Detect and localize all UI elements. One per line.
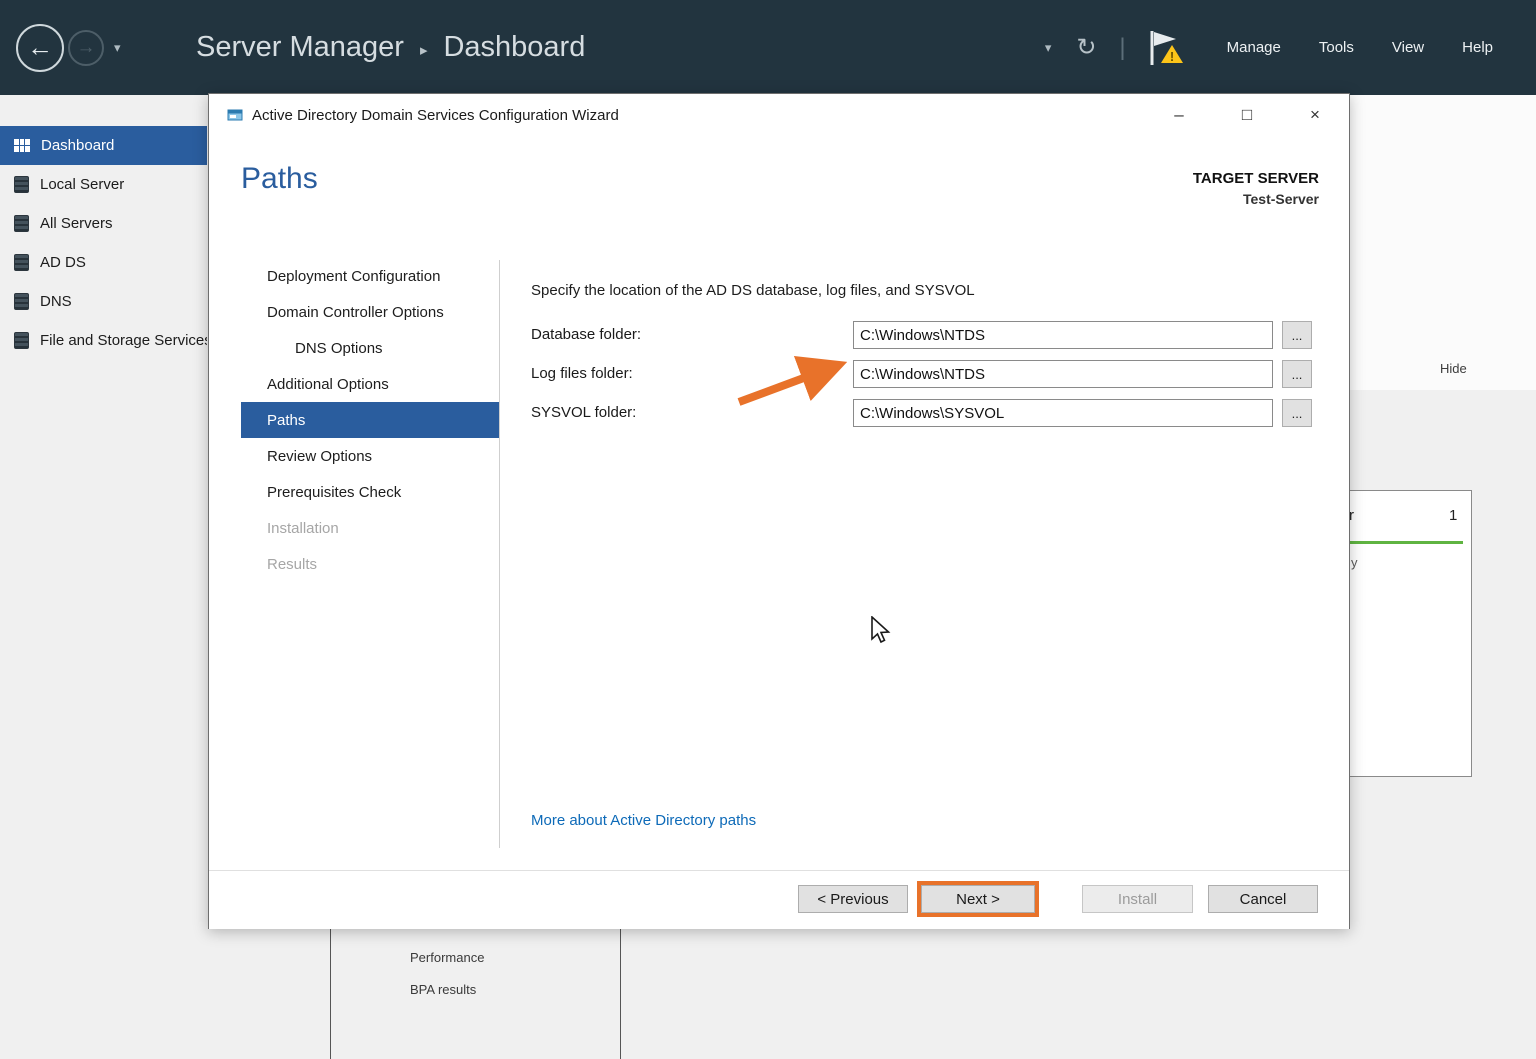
menu-help[interactable]: Help xyxy=(1443,0,1512,95)
servers-icon xyxy=(14,215,29,232)
roles-tile-text-fragment: y xyxy=(1351,555,1358,570)
notifications-flag-icon[interactable]: ! xyxy=(1142,25,1188,71)
previous-button[interactable]: < Previous xyxy=(798,885,908,913)
sidebar-item-ad-ds[interactable]: AD DS xyxy=(0,243,207,282)
background-panel-border xyxy=(330,927,331,1059)
ad-ds-icon xyxy=(14,254,29,271)
nav-content-divider xyxy=(499,260,500,848)
toolbar-divider: | xyxy=(1119,34,1125,62)
roles-tile-count: 1 xyxy=(1449,507,1457,524)
log-files-folder-input[interactable] xyxy=(853,360,1273,388)
wizard-step-nav: Deployment Configuration Domain Controll… xyxy=(241,258,499,582)
page-title: Paths xyxy=(241,162,318,196)
dialog-title-bar[interactable]: Active Directory Domain Services Configu… xyxy=(209,94,1349,136)
nav-step-paths[interactable]: Paths xyxy=(241,402,499,438)
sidebar-item-dashboard[interactable]: Dashboard xyxy=(0,126,207,165)
app-title: Server Manager xyxy=(196,31,404,64)
sysvol-folder-browse-button[interactable]: ... xyxy=(1282,399,1312,427)
sidebar-item-all-servers[interactable]: All Servers xyxy=(0,204,207,243)
sysvol-folder-row: SYSVOL folder: ... xyxy=(531,399,1321,427)
minimize-button[interactable]: – xyxy=(1145,94,1213,136)
database-folder-row: Database folder: ... xyxy=(531,321,1321,349)
sidebar-item-label: Dashboard xyxy=(41,137,114,154)
server-manager-window: ← → ▾ Server Manager ▸ Dashboard ▾ ↻ | !… xyxy=(0,0,1536,1059)
menu-tools[interactable]: Tools xyxy=(1300,0,1373,95)
more-about-paths-link[interactable]: More about Active Directory paths xyxy=(531,812,756,829)
target-server-label: TARGET SERVER xyxy=(1193,170,1319,187)
sidebar-item-file-storage[interactable]: File and Storage Services xyxy=(0,321,207,360)
target-server-block: TARGET SERVER Test-Server xyxy=(1193,170,1319,207)
sidebar-item-label: AD DS xyxy=(40,254,86,271)
breadcrumb-current: Dashboard xyxy=(443,31,585,64)
sidebar-item-dns[interactable]: DNS xyxy=(0,282,207,321)
hide-link[interactable]: Hide xyxy=(1440,361,1467,376)
forward-button[interactable]: → xyxy=(68,30,104,66)
log-files-folder-browse-button[interactable]: ... xyxy=(1282,360,1312,388)
back-arrow-icon: ← xyxy=(27,32,53,63)
maximize-button[interactable]: □ xyxy=(1213,94,1281,136)
menu-manage[interactable]: Manage xyxy=(1208,0,1300,95)
nav-step-installation: Installation xyxy=(241,510,499,546)
breadcrumb-separator-icon: ▸ xyxy=(420,37,428,59)
nav-step-deployment-configuration[interactable]: Deployment Configuration xyxy=(241,258,499,294)
dashboard-grid-icon xyxy=(14,139,30,152)
toolbar-dropdown-icon[interactable]: ▾ xyxy=(1045,40,1052,56)
breadcrumb: Server Manager ▸ Dashboard xyxy=(196,0,585,95)
log-files-folder-row: Log files folder: ... xyxy=(531,360,1321,388)
database-folder-browse-button[interactable]: ... xyxy=(1282,321,1312,349)
nav-step-dns-options[interactable]: DNS Options xyxy=(241,330,499,366)
nav-history-dropdown-icon[interactable]: ▾ xyxy=(114,40,121,56)
welcome-tile-fragment xyxy=(1348,95,1536,390)
sidebar-item-label: File and Storage Services xyxy=(40,332,207,349)
back-button[interactable]: ← xyxy=(16,24,64,72)
refresh-icon[interactable]: ↻ xyxy=(1069,31,1103,65)
nav-step-domain-controller-options[interactable]: Domain Controller Options xyxy=(241,294,499,330)
server-icon xyxy=(14,176,29,193)
database-folder-input[interactable] xyxy=(853,321,1273,349)
forward-arrow-icon: → xyxy=(77,37,96,59)
database-folder-label: Database folder: xyxy=(531,321,641,349)
sidebar: Dashboard Local Server All Servers AD DS… xyxy=(0,95,207,1059)
sysvol-folder-input[interactable] xyxy=(853,399,1273,427)
background-panel-border xyxy=(620,927,621,1059)
nav-step-results: Results xyxy=(241,546,499,582)
health-green-bar xyxy=(1341,541,1463,544)
roles-tile-fragment: r 1 y xyxy=(1330,490,1472,777)
wizard-window-icon xyxy=(227,107,243,123)
nav-step-review-options[interactable]: Review Options xyxy=(241,438,499,474)
dns-icon xyxy=(14,293,29,310)
install-button: Install xyxy=(1082,885,1193,913)
mouse-cursor-icon xyxy=(869,616,893,644)
background-item-performance[interactable]: Performance xyxy=(410,950,484,965)
next-button[interactable]: Next > xyxy=(921,885,1035,913)
nav-step-additional-options[interactable]: Additional Options xyxy=(241,366,499,402)
sysvol-folder-label: SYSVOL folder: xyxy=(531,399,636,427)
sidebar-item-label: Local Server xyxy=(40,176,124,193)
instruction-text: Specify the location of the AD DS databa… xyxy=(531,282,975,299)
menu-view[interactable]: View xyxy=(1373,0,1443,95)
sidebar-item-label: All Servers xyxy=(40,215,113,232)
target-server-name: Test-Server xyxy=(1193,191,1319,207)
dialog-footer: < Previous Next > Install Cancel xyxy=(209,870,1349,929)
close-button[interactable]: × xyxy=(1281,94,1349,136)
background-item-bpa-results[interactable]: BPA results xyxy=(410,982,476,997)
adds-config-wizard-dialog: Active Directory Domain Services Configu… xyxy=(208,93,1350,929)
file-storage-icon xyxy=(14,332,29,349)
sidebar-item-local-server[interactable]: Local Server xyxy=(0,165,207,204)
nav-step-prerequisites-check[interactable]: Prerequisites Check xyxy=(241,474,499,510)
sidebar-item-label: DNS xyxy=(40,293,72,310)
svg-text:!: ! xyxy=(1169,49,1173,64)
log-files-folder-label: Log files folder: xyxy=(531,360,633,388)
dialog-title: Active Directory Domain Services Configu… xyxy=(252,107,619,124)
cancel-button[interactable]: Cancel xyxy=(1208,885,1318,913)
top-bar: ← → ▾ Server Manager ▸ Dashboard ▾ ↻ | !… xyxy=(0,0,1536,95)
